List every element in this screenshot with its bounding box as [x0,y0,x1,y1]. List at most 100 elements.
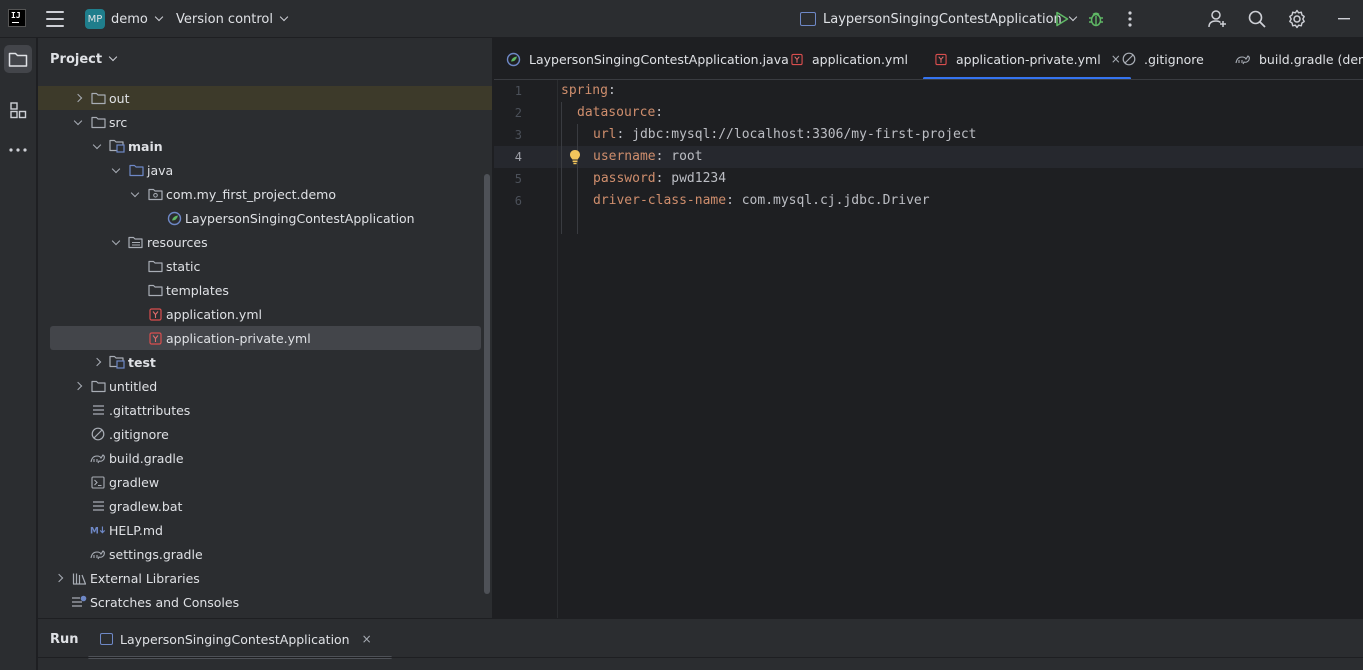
text-icon [90,402,106,418]
libraries-icon [71,570,87,586]
yaml-colon: : [726,193,734,208]
lightbulb-icon[interactable] [569,149,581,165]
editor-tab[interactable]: LaypersonSingingContestApplication.java [506,38,789,79]
tree-item[interactable]: main [38,134,492,158]
run-config-icon [800,12,816,26]
more-actions-button[interactable] [1118,7,1142,31]
search-icon [1248,10,1266,28]
tree-scrollbar[interactable] [484,174,490,594]
add-user-icon [1208,10,1226,28]
chevron-down-icon[interactable] [111,164,121,173]
module-folder-icon [109,138,125,154]
editor-tab[interactable]: build.gradle (demo) [1235,38,1363,79]
folder-icon [8,52,28,67]
chevron-right-icon[interactable] [54,573,64,583]
tree-item-label: application.yml [166,306,262,322]
project-panel-header[interactable]: Project [38,38,492,80]
project-switcher[interactable]: MP demo [85,0,164,38]
add-user-button[interactable] [1206,7,1230,31]
editor-tab-label: LaypersonSingingContestApplication.java [529,51,789,67]
yaml-value: root [663,149,703,164]
settings-button[interactable] [1285,7,1309,31]
code-line[interactable]: spring: [561,80,616,102]
tree-item-label: .gitattributes [109,402,191,418]
chevron-right-icon[interactable] [73,381,83,391]
tree-item-label: .gitignore [109,426,169,442]
main-menu-icon[interactable] [46,11,64,27]
close-icon[interactable]: × [362,632,372,646]
code-line[interactable]: driver-class-name: com.mysql.cj.jdbc.Dri… [593,190,930,212]
close-icon[interactable]: × [1111,52,1121,66]
tree-item[interactable]: gradlew [38,470,492,494]
tree-item[interactable]: src [38,110,492,134]
tree-item[interactable]: settings.gradle [38,542,492,566]
code-line[interactable]: datasource: [577,102,663,124]
gear-icon [1289,9,1305,29]
chevron-down-icon[interactable] [130,188,140,197]
structure-tool-button[interactable] [4,96,32,124]
run-tool-window: Run LaypersonSingingContestApplication × [38,618,1363,670]
ignore-icon [90,426,106,442]
yaml-value: pwd1234 [663,171,727,186]
yaml-key: password [593,171,656,186]
tree-item[interactable]: build.gradle [38,446,492,470]
tree-item[interactable]: Scratches and Consoles [38,590,492,614]
tree-item-label: src [109,114,128,130]
intellij-logo-icon[interactable]: IJ [8,9,26,27]
editor-area: LaypersonSingingContestApplication.java a… [494,38,1363,618]
code-line[interactable]: password: pwd1234 [593,168,726,190]
tree-item-label: resources [147,234,208,250]
tree-item[interactable]: .gitattributes [38,398,492,422]
run-panel-title[interactable]: Run [50,619,79,659]
folder-icon [147,282,163,298]
yaml-key: username [593,149,656,164]
more-horizontal-icon [9,148,27,152]
vcs-label: Version control [176,11,273,27]
tree-item[interactable]: out [38,86,492,110]
chevron-down-icon [279,12,289,22]
editor-tab-label: application-private.yml [956,51,1101,67]
editor-tab[interactable]: .gitignore [1122,38,1204,79]
tree-item[interactable]: resources [38,230,492,254]
run-tab[interactable]: LaypersonSingingContestApplication × [88,619,392,659]
tree-item-label: java [147,162,174,178]
folder-icon [90,378,106,394]
gradle-icon [90,450,106,466]
vcs-menu[interactable]: Version control [176,0,289,38]
tree-item[interactable]: External Libraries [38,566,492,590]
tree-item[interactable]: untitled [38,374,492,398]
chevron-down-icon[interactable] [92,140,102,149]
tree-item[interactable]: com.my_first_project.demo [38,182,492,206]
tree-item[interactable]: LaypersonSingingContestApplication [38,206,492,230]
tree-item[interactable]: M HELP.md [38,518,492,542]
tree-item[interactable]: application.yml [38,302,492,326]
chevron-right-icon[interactable] [92,357,102,367]
run-config-icon [100,633,113,645]
tree-item[interactable]: static [38,254,492,278]
chevron-right-icon[interactable] [73,93,83,103]
tree-item[interactable]: templates [38,278,492,302]
tree-item[interactable]: test [38,350,492,374]
tree-item-label: templates [166,282,229,298]
run-configuration-selector[interactable]: LaypersonSingingContestApplication [800,0,1078,38]
chevron-down-icon[interactable] [73,116,83,125]
project-panel-title: Project [50,51,103,67]
yaml-key: url [593,127,617,142]
more-tools-button[interactable] [4,136,32,164]
editor-tab[interactable]: application.yml [791,38,908,79]
code-line[interactable]: url: jdbc:mysql://localhost:3306/my-firs… [593,124,977,146]
tree-item[interactable]: java [38,158,492,182]
run-button[interactable] [1050,7,1074,31]
minimize-button[interactable] [1332,7,1356,31]
project-badge: MP [85,9,105,29]
project-tool-button[interactable] [4,45,32,73]
search-button[interactable] [1245,7,1269,31]
tree-item[interactable]: gradlew.bat [38,494,492,518]
tree-item[interactable]: .gitignore [38,422,492,446]
debug-button[interactable] [1084,7,1108,31]
editor-tab[interactable]: application-private.yml × [923,38,1131,79]
code-line[interactable]: username: root [593,146,703,168]
chevron-down-icon[interactable] [111,236,121,245]
folder-icon [90,90,106,106]
tree-item[interactable]: application-private.yml [50,326,481,350]
